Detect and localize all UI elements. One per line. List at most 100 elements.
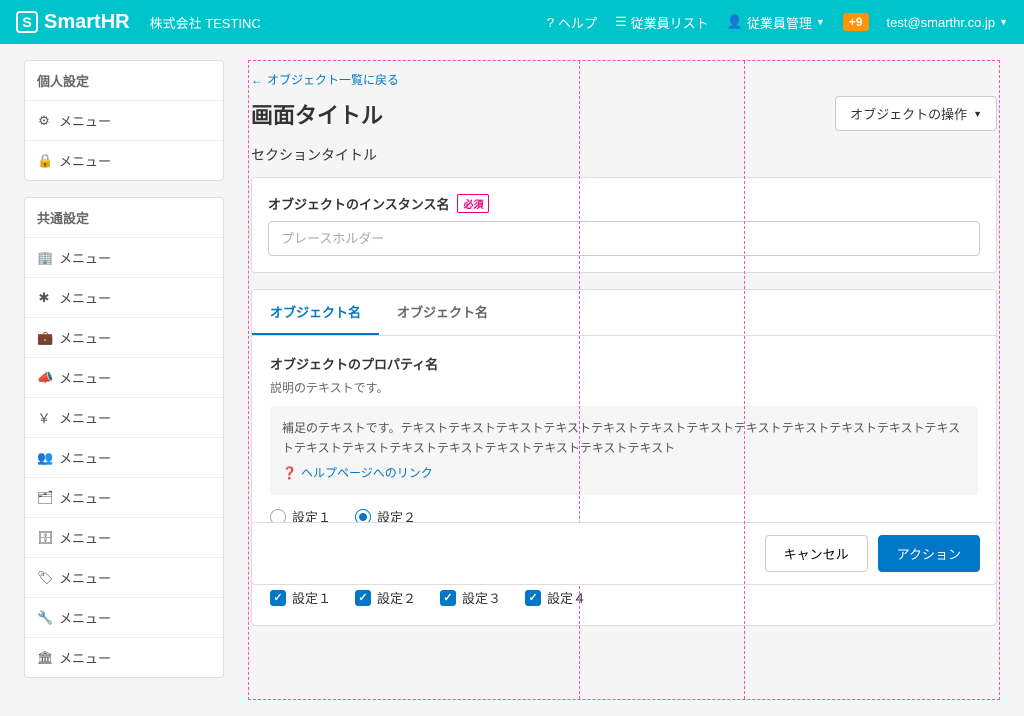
sidebar-item[interactable]: 🗂 メニュー xyxy=(25,478,223,518)
sidebar-item[interactable]: ⚙ メニュー xyxy=(25,101,223,141)
cancel-button[interactable]: キャンセル xyxy=(765,535,868,572)
personal-settings-section: 個人設定 ⚙ メニュー 🔒 メニュー xyxy=(24,60,224,181)
check-setting-4[interactable]: ✓ 設定４ xyxy=(525,588,586,607)
check-3-label: 設定３ xyxy=(462,588,501,607)
object-operation-dropdown[interactable]: オブジェクトの操作 ▼ xyxy=(835,96,997,131)
chevron-down-icon: ▼ xyxy=(816,17,825,27)
chevron-down-icon: ▼ xyxy=(973,109,982,119)
user-email: test@smarthr.co.jp xyxy=(887,15,996,30)
yen-icon: ￥ xyxy=(37,408,51,427)
sidebar-item-label: メニュー xyxy=(59,151,111,170)
sidebar-item[interactable]: 📣 メニュー xyxy=(25,358,223,398)
emp-list-label: 従業員リスト xyxy=(631,13,709,32)
help-label: ヘルプ xyxy=(558,13,597,32)
sidebar-item-label: メニュー xyxy=(59,528,111,547)
instance-name-input[interactable] xyxy=(268,221,980,256)
sidebar-item[interactable]: 🏢 メニュー xyxy=(25,238,223,278)
arrow-left-icon: ← xyxy=(251,73,263,87)
sidebar-item-label: メニュー xyxy=(59,288,111,307)
tabs: オブジェクト名 オブジェクト名 xyxy=(251,289,997,336)
sidebar-item[interactable]: ✱ メニュー xyxy=(25,278,223,318)
sidebar-item[interactable]: 🔧 メニュー xyxy=(25,598,223,638)
list-icon: ☰ xyxy=(615,14,627,30)
action-button[interactable]: アクション xyxy=(878,535,980,572)
company-name: 株式会社 TESTINC xyxy=(150,13,261,32)
common-settings-section: 共通設定 🏢メニュー✱メニュー💼メニュー📣メニュー￥メニュー👥メニュー🗂メニュー… xyxy=(24,197,224,678)
checkbox-group: ✓ 設定１ ✓ 設定２ ✓ 設定３ ✓ 設定４ xyxy=(270,588,978,607)
tab-object-2[interactable]: オブジェクト名 xyxy=(379,290,506,335)
sidebar-item[interactable]: 🗄 メニュー xyxy=(25,518,223,558)
emp-mgmt-label: 従業員管理 xyxy=(747,13,812,32)
property-1-desc: 説明のテキストです。 xyxy=(270,379,978,396)
checkbox-icon: ✓ xyxy=(270,590,286,606)
check-setting-3[interactable]: ✓ 設定３ xyxy=(440,588,501,607)
employee-mgmt-dropdown[interactable]: 👤 従業員管理 ▼ xyxy=(727,13,825,32)
users-icon: 👥 xyxy=(37,450,51,466)
check-setting-2[interactable]: ✓ 設定２ xyxy=(355,588,416,607)
checkbox-icon: ✓ xyxy=(355,590,371,606)
bullhorn-icon: 📣 xyxy=(37,370,51,386)
cog-icon: ⚙ xyxy=(37,113,51,129)
layout-guide-overlay: ← オブジェクト一覧に戻る 画面タイトル オブジェクトの操作 ▼ セクションタイ… xyxy=(248,60,1000,700)
property-1-label: オブジェクトのプロパティ名 xyxy=(270,354,978,373)
sidebar-item-label: メニュー xyxy=(59,488,111,507)
brand-text: SmartHR xyxy=(44,11,130,34)
back-label: オブジェクト一覧に戻る xyxy=(267,71,399,88)
employee-list-link[interactable]: ☰ 従業員リスト xyxy=(615,13,709,32)
sidebar-item-label: メニュー xyxy=(59,448,111,467)
note-box: 補足のテキストです。テキストテキストテキストテキストテキストテキストテキストテキ… xyxy=(270,406,978,495)
back-link[interactable]: ← オブジェクト一覧に戻る xyxy=(251,63,399,96)
instance-name-label: オブジェクトのインスタンス名 xyxy=(268,194,449,213)
required-badge: 必須 xyxy=(457,194,489,213)
page-title: 画面タイトル xyxy=(251,98,383,130)
check-2-label: 設定２ xyxy=(377,588,416,607)
check-setting-1[interactable]: ✓ 設定１ xyxy=(270,588,331,607)
main-content: ← オブジェクト一覧に戻る 画面タイトル オブジェクトの操作 ▼ セクションタイ… xyxy=(248,60,1000,700)
section-title: セクションタイトル xyxy=(251,145,997,165)
sidebar-item[interactable]: 👥 メニュー xyxy=(25,438,223,478)
check-1-label: 設定１ xyxy=(292,588,331,607)
wrench-icon: 🔧 xyxy=(37,610,51,626)
sidebar: 個人設定 ⚙メニュー🔒メニュー 共通設定 🏢メニュー✱メニュー💼メニュー📣メニュ… xyxy=(24,60,224,694)
help-link[interactable]: ? ヘルプ xyxy=(547,13,597,32)
lock-icon: 🔒 xyxy=(37,153,51,169)
check-4-label: 設定４ xyxy=(547,588,586,607)
sidebar-item[interactable]: ￥ メニュー xyxy=(25,398,223,438)
help-icon: ❓ xyxy=(282,463,297,483)
app-header: S SmartHR 株式会社 TESTINC ? ヘルプ ☰ 従業員リスト 👤 … xyxy=(0,0,1024,44)
user-icon: 👤 xyxy=(727,14,743,30)
chevron-down-icon: ▼ xyxy=(999,17,1008,27)
asterisk-icon: ✱ xyxy=(37,290,51,306)
sidebar-item[interactable]: 💼メニュー xyxy=(25,318,223,358)
sidebar-item[interactable]: 🏷メニュー xyxy=(25,558,223,598)
common-settings-title: 共通設定 xyxy=(25,198,223,238)
sidebar-item-label: メニュー xyxy=(59,648,111,667)
sidebar-item[interactable]: 🔒 メニュー xyxy=(25,141,223,180)
user-menu[interactable]: test@smarthr.co.jp ▼ xyxy=(887,15,1009,30)
sidebar-item[interactable]: 🏛 メニュー xyxy=(25,638,223,677)
db-icon: 🗄 xyxy=(37,530,51,546)
card-icon: 🗂 xyxy=(37,490,51,506)
briefcase-icon: 💼 xyxy=(37,330,51,346)
checkbox-icon: ✓ xyxy=(440,590,456,606)
brand-logo[interactable]: S SmartHR xyxy=(16,11,130,34)
instance-name-card: オブジェクトのインスタンス名 必須 xyxy=(251,177,997,273)
notification-badge[interactable]: +9 xyxy=(843,13,869,31)
personal-settings-title: 個人設定 xyxy=(25,61,223,101)
help-icon: ? xyxy=(547,15,554,30)
logo-icon: S xyxy=(16,11,38,33)
sidebar-item-label: メニュー xyxy=(59,608,111,627)
tab-object-1[interactable]: オブジェクト名 xyxy=(252,290,379,335)
operation-label: オブジェクトの操作 xyxy=(850,104,967,123)
sidebar-item-label: メニュー xyxy=(59,408,111,427)
sidebar-item-label: メニュー xyxy=(59,568,111,587)
note-text: 補足のテキストです。テキストテキストテキストテキストテキストテキストテキストテキ… xyxy=(282,421,960,455)
checkbox-icon: ✓ xyxy=(525,590,541,606)
sidebar-item-label: メニュー xyxy=(59,248,111,267)
help-page-link[interactable]: ❓ ヘルプページへのリンク xyxy=(282,463,433,483)
bank-icon: 🏛 xyxy=(37,650,51,666)
sidebar-item-label: メニュー xyxy=(59,111,111,130)
building-icon: 🏢 xyxy=(37,250,51,266)
sidebar-item-label: メニュー xyxy=(59,368,111,387)
action-footer: キャンセル アクション xyxy=(251,522,997,585)
